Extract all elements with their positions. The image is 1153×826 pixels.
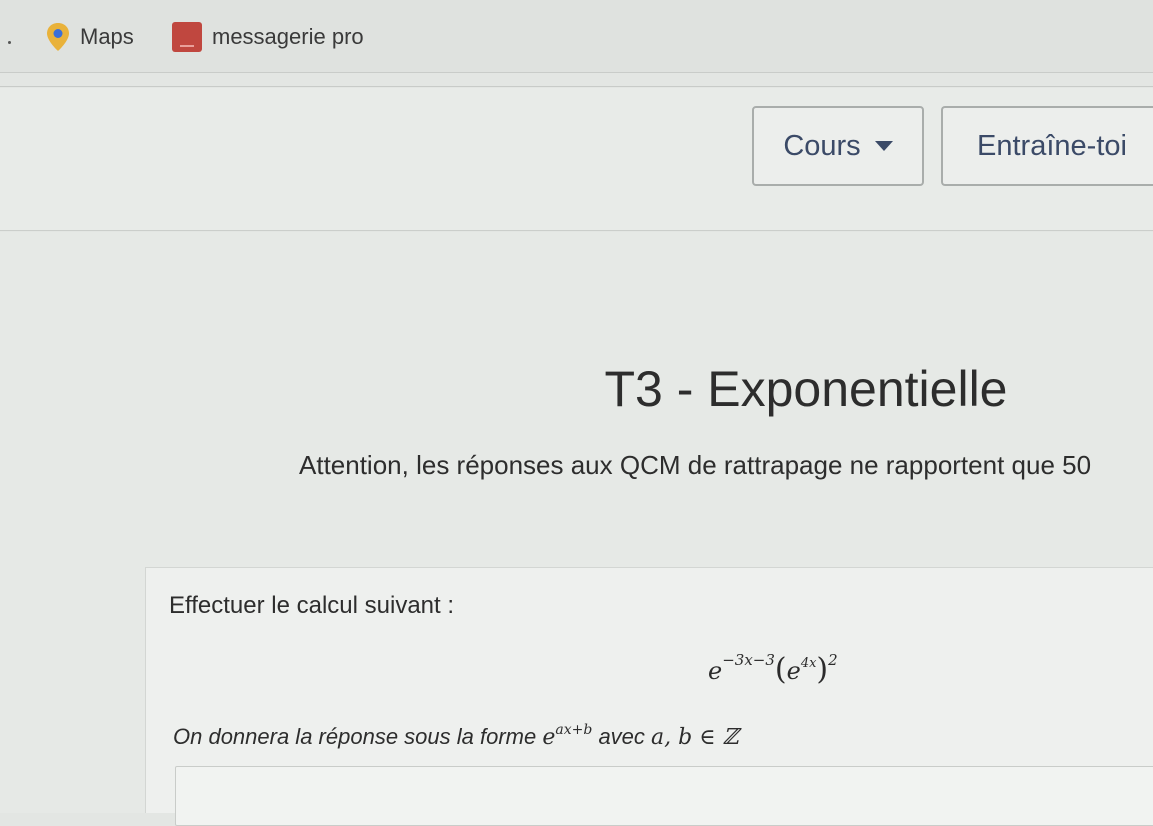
- cours-dropdown-button[interactable]: Cours: [752, 106, 924, 186]
- entraine-toi-button[interactable]: Entraîne-toi: [941, 106, 1153, 186]
- warning-text: Attention, les réponses aux QCM de rattr…: [299, 450, 1092, 480]
- formula-base: e: [708, 657, 723, 685]
- caret-down-icon: [874, 141, 893, 151]
- formula-inner-exponent: 4x: [800, 656, 817, 671]
- page-title: T3 - Exponentielle: [604, 361, 1008, 417]
- answer-input[interactable]: [175, 766, 1153, 826]
- bookmarks-bar: Maps messagerie pro: [0, 0, 1153, 73]
- mail-icon: [172, 22, 202, 52]
- formula-inner-base: e: [786, 657, 801, 685]
- answer-form-base: e: [542, 725, 556, 750]
- answer-suffix: avec: [598, 724, 645, 749]
- header-divider: [0, 86, 1153, 87]
- bookmarks-separator-dot: [8, 41, 11, 44]
- answer-prefix: On donnera la réponse sous la forme: [173, 724, 537, 749]
- formula-close-paren: ): [816, 652, 829, 687]
- answer-condition: a, b ∈ ℤ: [651, 725, 739, 750]
- cours-label: Cours: [783, 129, 861, 162]
- formula-outer-power: 2: [828, 651, 838, 669]
- bookmark-maps[interactable]: Maps: [46, 20, 134, 54]
- map-pin-icon: [46, 22, 70, 52]
- entraine-toi-label: Entraîne-toi: [977, 129, 1127, 162]
- exercise-formula: e−3x−3(e4x)2: [708, 651, 838, 687]
- exercise-instruction: Effectuer le calcul suivant :: [169, 592, 455, 619]
- bookmark-messagerie-pro[interactable]: messagerie pro: [172, 20, 364, 54]
- bookmark-messagerie-label: messagerie pro: [212, 24, 364, 49]
- answer-format-hint: On donnera la réponse sous la forme eax+…: [173, 722, 739, 750]
- bookmark-maps-label: Maps: [80, 24, 134, 49]
- answer-form-exponent: ax+b: [555, 722, 593, 738]
- formula-exponent: −3x−3: [722, 651, 775, 669]
- formula-open-paren: (: [774, 652, 787, 687]
